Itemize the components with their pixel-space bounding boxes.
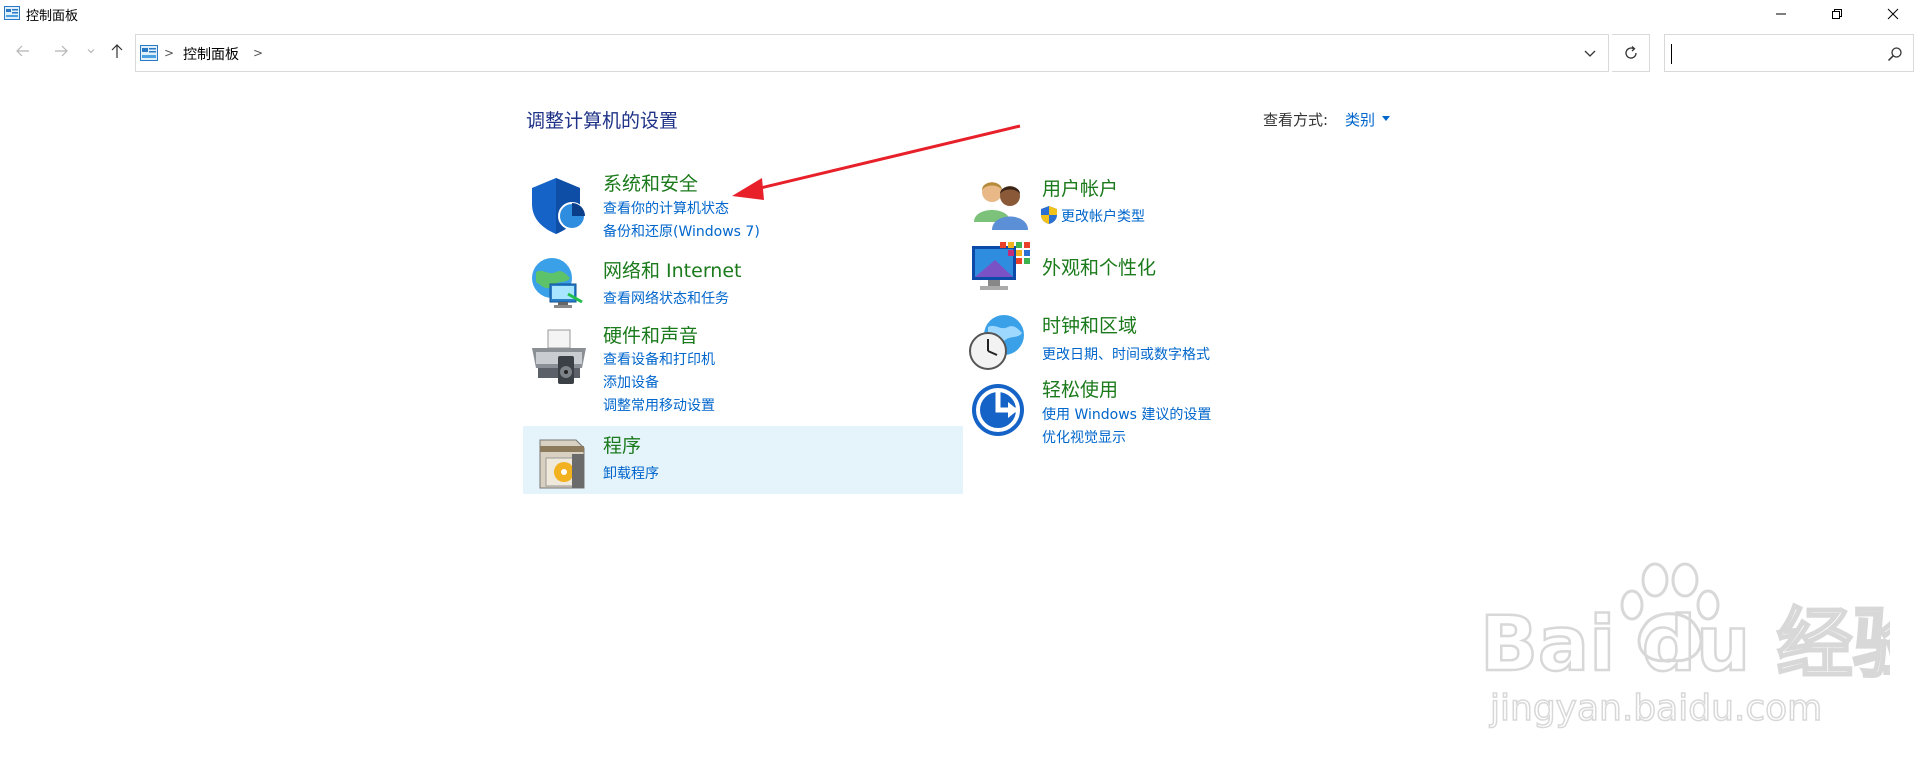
users-icon[interactable] xyxy=(970,174,1032,236)
link-uninstall-program[interactable]: 卸载程序 xyxy=(603,463,659,483)
window-title: 控制面板 xyxy=(26,9,79,24)
shield-icon[interactable] xyxy=(528,174,590,236)
title-bar: 控制面板 xyxy=(0,0,1920,28)
chevron-down-icon xyxy=(87,49,95,54)
minimize-icon xyxy=(1776,13,1786,15)
refresh-button[interactable] xyxy=(1612,34,1650,72)
search-input[interactable] xyxy=(1664,34,1914,72)
ease-of-access-icon[interactable] xyxy=(970,380,1032,442)
category-ease-of-access[interactable]: 轻松使用 xyxy=(1042,375,1118,402)
category-appearance[interactable]: 外观和个性化 xyxy=(1042,253,1156,280)
breadcrumb-control-panel[interactable]: 控制面板 xyxy=(183,44,239,64)
programs-box-icon[interactable] xyxy=(532,432,594,494)
chevron-down-icon[interactable] xyxy=(1582,45,1598,61)
close-icon xyxy=(1887,8,1899,20)
refresh-icon xyxy=(1624,46,1637,59)
up-button[interactable] xyxy=(106,40,128,62)
link-windows-recommended-settings[interactable]: 使用 Windows 建议的设置 xyxy=(1042,404,1211,424)
view-by-dropdown[interactable]: 类别 xyxy=(1345,109,1375,130)
breadcrumb-separator[interactable]: > xyxy=(164,46,174,60)
view-by-label: 查看方式: xyxy=(1263,111,1329,129)
network-globe-icon[interactable] xyxy=(528,254,590,316)
watermark-url: jingyan.baidu.com xyxy=(1489,688,1822,729)
arrow-right-icon xyxy=(55,45,68,57)
link-date-time-format[interactable]: 更改日期、时间或数字格式 xyxy=(1042,344,1210,364)
breadcrumb-separator[interactable]: > xyxy=(253,46,263,60)
appearance-monitor-icon[interactable] xyxy=(970,240,1032,302)
control-panel-icon xyxy=(4,6,20,20)
back-button[interactable] xyxy=(12,40,34,62)
link-add-device[interactable]: 添加设备 xyxy=(603,372,659,392)
text-cursor xyxy=(1671,44,1672,64)
category-hardware-sound[interactable]: 硬件和声音 xyxy=(603,321,698,348)
category-network-internet[interactable]: 网络和 Internet xyxy=(603,256,741,283)
category-clock-region[interactable]: 时钟和区域 xyxy=(1042,311,1137,338)
arrow-left-icon xyxy=(16,45,29,57)
address-bar[interactable]: > 控制面板 > xyxy=(135,34,1609,72)
restore-icon xyxy=(1832,9,1842,19)
recent-locations-button[interactable] xyxy=(84,40,98,62)
link-network-status[interactable]: 查看网络状态和任务 xyxy=(603,288,729,308)
category-programs[interactable]: 程序 xyxy=(603,431,641,458)
link-mobility-settings[interactable]: 调整常用移动设置 xyxy=(603,395,715,415)
uac-shield-icon xyxy=(1041,206,1057,224)
dropdown-caret-icon[interactable] xyxy=(1382,116,1390,121)
control-panel-icon xyxy=(140,45,158,61)
watermark-brand: Bai du 经验 xyxy=(1480,599,1890,688)
link-optimize-visual-display[interactable]: 优化视觉显示 xyxy=(1042,427,1126,447)
link-view-computer-status[interactable]: 查看你的计算机状态 xyxy=(603,198,729,218)
restore-button[interactable] xyxy=(1814,0,1860,28)
page-title: 调整计算机的设置 xyxy=(526,110,679,132)
minimize-button[interactable] xyxy=(1758,0,1804,28)
forward-button[interactable] xyxy=(50,40,72,62)
arrow-up-icon xyxy=(111,44,123,58)
link-change-account-type[interactable]: 更改帐户类型 xyxy=(1061,206,1145,226)
navigation-bar: > 控制面板 > xyxy=(0,32,1920,74)
search-icon[interactable] xyxy=(1887,46,1903,62)
link-backup-restore[interactable]: 备份和还原(Windows 7) xyxy=(603,221,760,241)
clock-globe-icon[interactable] xyxy=(966,311,1028,373)
printer-icon[interactable] xyxy=(528,328,590,390)
baidu-watermark: Bai du 经验 jingyan.baidu.com xyxy=(1479,562,1890,730)
link-devices-printers[interactable]: 查看设备和打印机 xyxy=(603,349,715,369)
category-system-security[interactable]: 系统和安全 xyxy=(603,169,698,196)
close-button[interactable] xyxy=(1870,0,1916,28)
category-user-accounts[interactable]: 用户帐户 xyxy=(1042,174,1118,201)
